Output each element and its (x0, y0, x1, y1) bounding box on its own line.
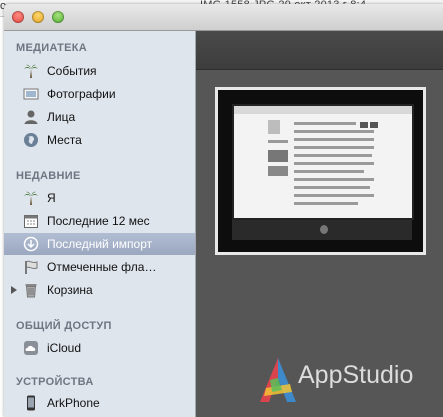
close-button[interactable] (12, 11, 24, 23)
sidebar-item-flagged[interactable]: Отмеченные фла… (4, 256, 195, 278)
sidebar-item-label: Места (47, 133, 82, 147)
sidebar-item-label: Фотографии (47, 87, 116, 101)
iphoto-window: МЕДИАТЕКА События Фотографии Лица Места (4, 4, 443, 417)
calendar-icon (23, 213, 39, 229)
site-logo-block (268, 120, 280, 134)
viewer-toolbar (196, 31, 443, 70)
sidebar-item-label: Лица (47, 110, 76, 124)
text-line (294, 178, 374, 181)
sidebar-item-photos[interactable]: Фотографии (4, 83, 195, 105)
appstudio-logo-icon (260, 358, 296, 402)
sidebar: МЕДИАТЕКА События Фотографии Лица Места (4, 31, 196, 417)
imac-screen-image (232, 104, 414, 220)
sidebar-item-last-12-months[interactable]: Последние 12 мес (4, 210, 195, 232)
sidebar-item-label: Последний импорт (47, 237, 153, 251)
sidebar-item-arkphone[interactable]: ArkPhone (4, 392, 195, 414)
sidebar-item-events[interactable]: События (4, 60, 195, 82)
palm-tree-icon (23, 190, 39, 206)
text-line (294, 194, 374, 197)
text-line (294, 202, 358, 205)
globe-icon (23, 132, 39, 148)
sidebar-item-label: ArkPhone (47, 396, 100, 410)
section-recent: НЕДАВНИЕ (16, 170, 81, 182)
trash-icon (23, 282, 39, 298)
text-line (294, 170, 364, 173)
sidebar-item-label: События (47, 64, 97, 78)
text-line (294, 138, 374, 141)
person-icon (23, 109, 39, 125)
import-icon (23, 236, 39, 252)
icon-block (360, 122, 368, 128)
text-line (294, 146, 374, 149)
section-library: МЕДИАТЕКА (16, 42, 88, 54)
palm-tree-icon (23, 63, 39, 79)
section-sharing: ОБЩИЙ ДОСТУП (16, 320, 112, 332)
sidebar-item-label: iCloud (47, 341, 82, 355)
image-block (268, 166, 288, 176)
disclosure-triangle-icon[interactable] (11, 286, 17, 294)
photo-icon (23, 86, 39, 102)
minimize-button[interactable] (32, 11, 44, 23)
sidebar-item-icloud[interactable]: iCloud (4, 337, 195, 359)
section-devices: УСТРОЙСТВА (16, 376, 94, 388)
sidebar-item-label: Корзина (47, 283, 93, 297)
imac-chin (232, 220, 412, 240)
text-line (294, 122, 356, 125)
text-line (268, 140, 288, 143)
sidebar-item-last-import[interactable]: Последний импорт (4, 233, 195, 255)
sidebar-item-label: Последние 12 мес (47, 214, 150, 228)
appstudio-watermark: AppStudio (298, 361, 414, 389)
text-line (294, 130, 374, 133)
title-bar[interactable] (4, 4, 443, 31)
sidebar-item-label: Я (47, 191, 56, 205)
sidebar-item-trash[interactable]: Корзина (4, 279, 195, 301)
zoom-button[interactable] (52, 11, 64, 23)
sidebar-item-places[interactable]: Места (4, 129, 195, 151)
image-block (268, 150, 288, 162)
sidebar-item-faces[interactable]: Лица (4, 106, 195, 128)
sidebar-item-label: Отмеченные фла… (47, 260, 157, 274)
iphone-icon (23, 395, 39, 411)
text-line (294, 162, 374, 165)
cloud-icon (23, 340, 39, 356)
sidebar-item-me[interactable]: Я (4, 187, 195, 209)
icon-block (370, 122, 378, 128)
flag-icon (23, 259, 39, 275)
photo-viewer: AppStudio (196, 31, 443, 417)
browser-bar (234, 106, 412, 114)
text-line (294, 186, 370, 189)
photo-thumbnail[interactable] (215, 87, 426, 255)
text-line (294, 154, 372, 157)
apple-logo-icon (320, 225, 328, 234)
